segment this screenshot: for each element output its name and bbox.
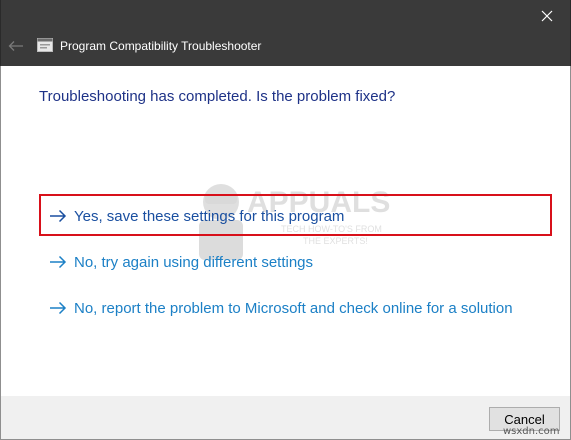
option-try-again[interactable]: No, try again using different settings [49, 251, 313, 273]
option-yes-save-settings[interactable]: Yes, save these settings for this progra… [49, 205, 344, 227]
close-button[interactable] [524, 0, 570, 32]
content-area: Troubleshooting has completed. Is the pr… [0, 66, 571, 396]
troubleshooter-app-icon [37, 38, 53, 52]
watermark-tagline-2: THE EXPERTS! [303, 236, 368, 246]
result-question: Troubleshooting has completed. Is the pr… [39, 88, 396, 105]
option-label: Yes, save these settings for this progra… [74, 207, 345, 225]
right-arrow-icon [50, 255, 67, 269]
title-bar: Program Compatibility Troubleshooter [0, 0, 571, 66]
window-title: Program Compatibility Troubleshooter [60, 39, 262, 53]
close-icon [541, 10, 553, 22]
footer-bar: Cancel [0, 396, 571, 440]
option-report-problem[interactable]: No, report the problem to Microsoft and … [49, 297, 513, 319]
site-watermark-text: wsxdn.com [503, 426, 560, 437]
option-label: No, try again using different settings [74, 253, 314, 271]
option-label: No, report the problem to Microsoft and … [74, 299, 513, 317]
back-button[interactable] [5, 36, 27, 56]
right-arrow-icon [50, 301, 67, 315]
right-arrow-icon [50, 209, 67, 223]
back-arrow-icon [8, 41, 23, 51]
